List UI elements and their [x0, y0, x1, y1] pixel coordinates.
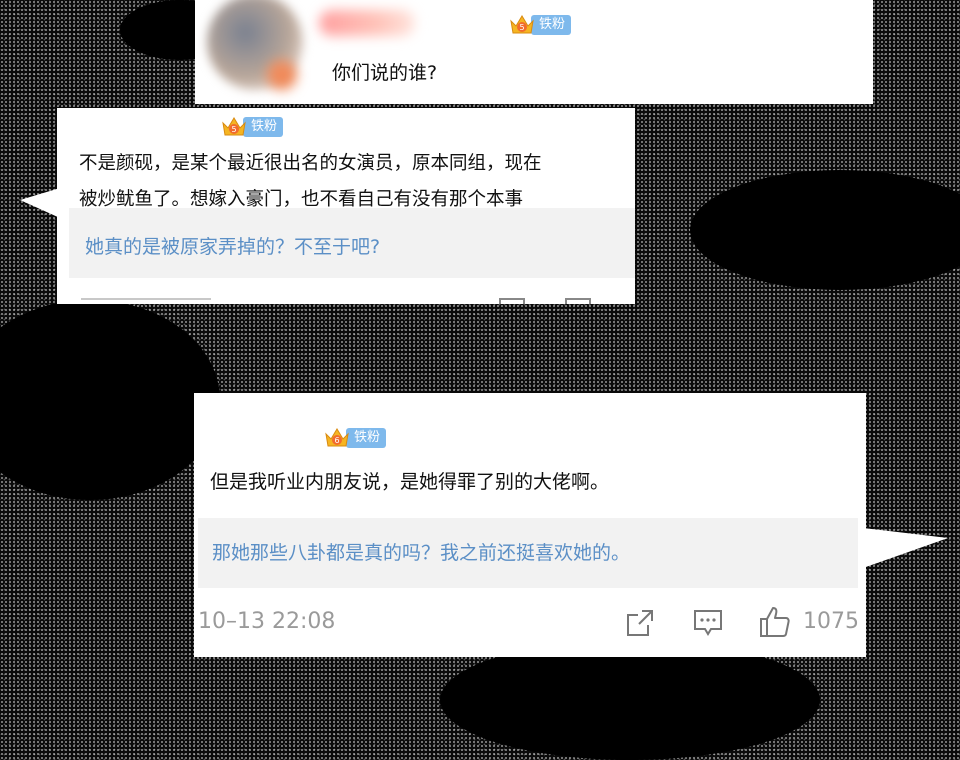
svg-text:5: 5	[519, 23, 524, 32]
comment-text: 你们说的谁?	[332, 62, 438, 84]
cropped-action-row	[81, 298, 211, 304]
username-blurred[interactable]	[319, 10, 415, 36]
ink-blob	[0, 300, 220, 500]
fan-badge-label: 铁粉	[346, 428, 387, 448]
comment-icon[interactable]	[565, 298, 591, 304]
like-icon[interactable]	[758, 605, 792, 643]
ink-blob	[690, 170, 960, 290]
speech-tail	[863, 528, 948, 568]
comment-text-line-1: 不是颜砚，是某个最近很出名的女演员，原本同组，现在	[79, 153, 542, 174]
share-icon[interactable]	[624, 607, 656, 643]
fan-badge: 5 铁粉	[221, 115, 284, 139]
fan-badge-label: 铁粉	[531, 15, 572, 35]
fan-badge: 5 铁粉	[509, 13, 572, 37]
reply-text: 那她那些八卦都是真的吗？我之前还挺喜欢她的。	[212, 542, 631, 564]
crown-icon: 5	[509, 13, 535, 37]
fan-badge: 6 铁粉	[324, 426, 387, 450]
speech-tail	[20, 188, 60, 218]
svg-text:6: 6	[334, 436, 339, 445]
avatar-blur-spot	[267, 60, 297, 90]
share-icon[interactable]	[499, 298, 525, 304]
comment-card-2: 5 铁粉 不是颜砚，是某个最近很出名的女演员，原本同组，现在 被炒鱿鱼了。想嫁入…	[57, 108, 635, 304]
comment-card-1: 5 铁粉 你们说的谁?	[195, 0, 873, 104]
crown-icon: 5	[221, 115, 247, 139]
crown-icon: 6	[324, 426, 350, 450]
svg-text:5: 5	[231, 125, 236, 134]
fan-badge-label: 铁粉	[243, 117, 284, 137]
reply-preview[interactable]: 她真的是被原家弄掉的？不至于吧?	[69, 208, 635, 278]
comment-icon[interactable]	[692, 607, 724, 643]
reply-preview[interactable]: 那她那些八卦都是真的吗？我之前还挺喜欢她的。	[198, 518, 858, 588]
timestamp: 10–13 22:08	[198, 609, 336, 634]
ink-blob	[440, 640, 820, 760]
comment-text: 但是我听业内朋友说，是她得罪了别的大佬啊。	[210, 471, 610, 493]
comment-card-3: 6 铁粉 但是我听业内朋友说，是她得罪了别的大佬啊。 那她那些八卦都是真的吗？我…	[194, 393, 866, 657]
reply-text: 她真的是被原家弄掉的？不至于吧?	[85, 236, 381, 258]
like-count: 1075	[803, 609, 859, 634]
